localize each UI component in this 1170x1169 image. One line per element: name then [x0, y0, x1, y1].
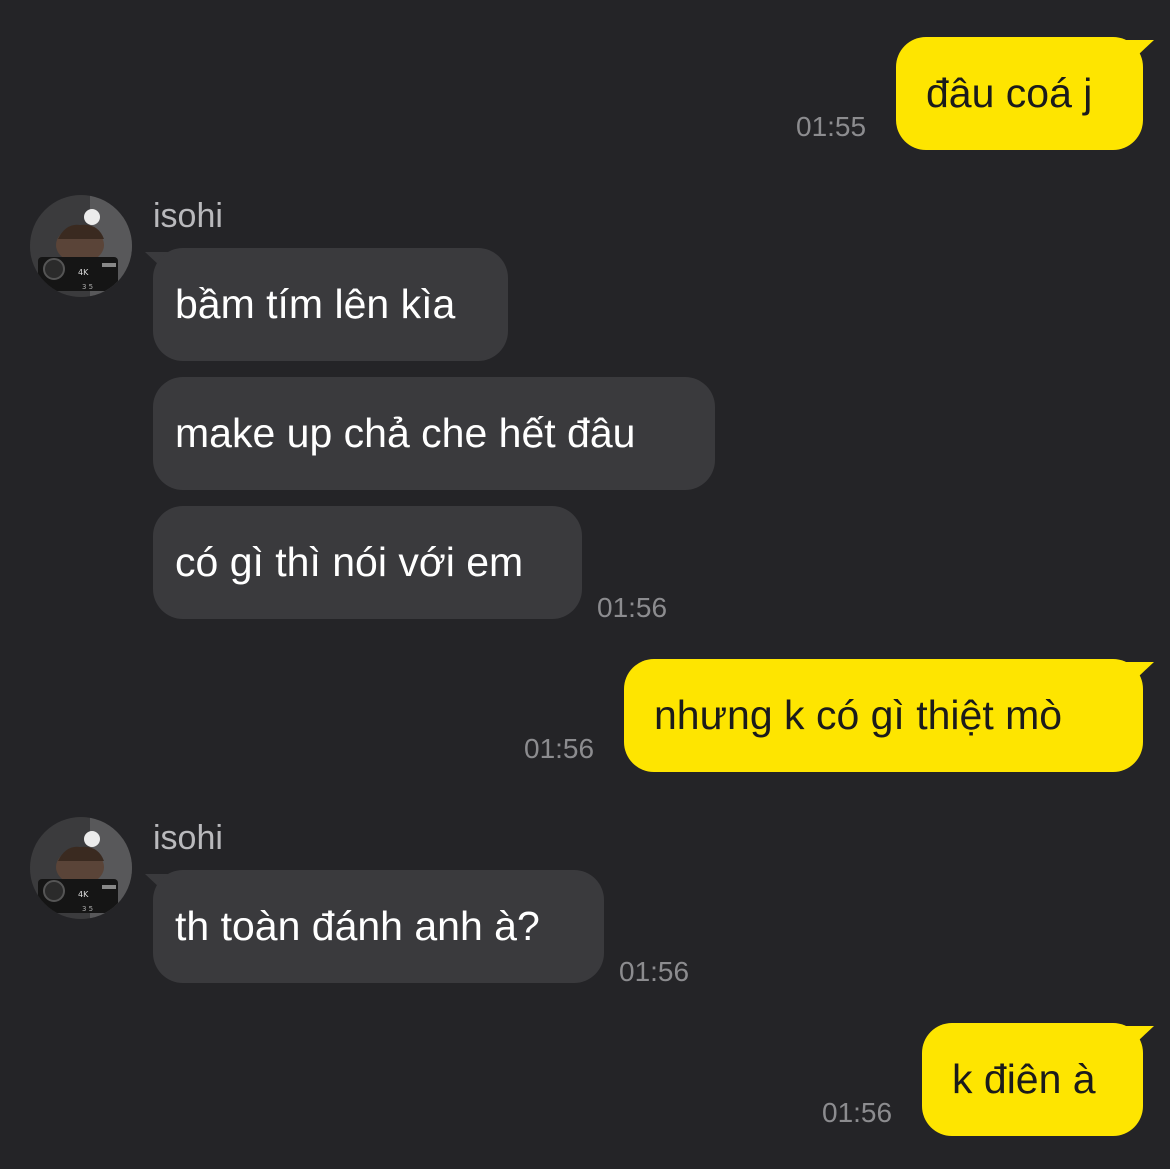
- received-message-bubble[interactable]: make up chả che hết đâu: [153, 377, 715, 490]
- sent-message-bubble[interactable]: k điên à: [922, 1023, 1143, 1136]
- message-timestamp: 01:56: [524, 733, 595, 764]
- svg-text:4K: 4K: [78, 890, 89, 899]
- sender-avatar[interactable]: 4K 3 5: [30, 817, 132, 919]
- received-message-bubble[interactable]: th toàn đánh anh à?: [153, 870, 604, 983]
- svg-text:3 5: 3 5: [82, 905, 93, 913]
- received-message-bubble[interactable]: bầm tím lên kìa: [153, 248, 508, 361]
- message-timestamp: 01:56: [619, 956, 690, 987]
- received-message-bubble[interactable]: có gì thì nói với em: [153, 506, 582, 619]
- sent-message-bubble[interactable]: đâu coá j: [896, 37, 1143, 150]
- profile-photo-icon: 4K 3 5: [30, 195, 132, 297]
- sender-name: isohi: [153, 197, 223, 235]
- sender-name: isohi: [153, 819, 223, 857]
- sender-avatar[interactable]: 4K 3 5: [30, 195, 132, 297]
- message-timestamp: 01:55: [796, 111, 867, 142]
- message-timestamp: 01:56: [597, 592, 668, 623]
- message-timestamp: 01:56: [822, 1097, 893, 1128]
- svg-text:3 5: 3 5: [82, 283, 93, 291]
- sent-message-bubble[interactable]: nhưng k có gì thiệt mò: [624, 659, 1143, 772]
- profile-photo-icon: 4K 3 5: [30, 817, 132, 919]
- svg-text:4K: 4K: [78, 268, 89, 277]
